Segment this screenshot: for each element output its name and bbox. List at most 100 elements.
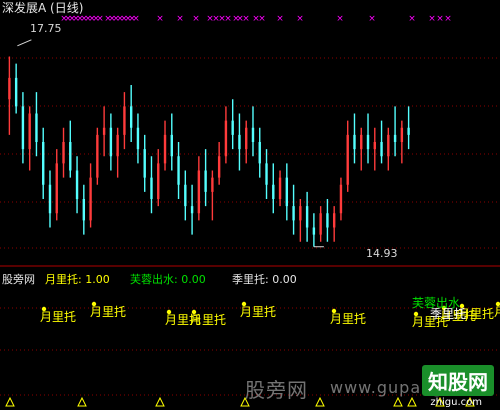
candle-body bbox=[211, 177, 214, 192]
candle-body bbox=[190, 206, 194, 214]
cross-marker: × bbox=[436, 14, 444, 24]
cross-marker: × bbox=[408, 14, 416, 24]
candle-body bbox=[197, 170, 201, 214]
cross-marker: × bbox=[132, 14, 140, 24]
candle-body bbox=[299, 206, 302, 221]
monthly-signal-label: 月里托 bbox=[190, 313, 226, 327]
candle-body bbox=[55, 163, 58, 214]
candle-body bbox=[143, 149, 146, 178]
candle-body bbox=[21, 106, 25, 150]
candle-body bbox=[393, 134, 397, 142]
candle-body bbox=[373, 142, 376, 150]
watermark-site-cn: 股旁网 bbox=[245, 378, 308, 402]
candle-body bbox=[8, 77, 11, 100]
candle-body bbox=[285, 177, 289, 207]
cross-marker: × bbox=[276, 14, 284, 24]
candle-body bbox=[292, 206, 295, 221]
candle-body bbox=[62, 142, 65, 164]
candle-body bbox=[28, 113, 31, 150]
monthly-signal-label: 月里托 bbox=[330, 312, 366, 326]
candle-body bbox=[360, 134, 363, 150]
candle-body bbox=[75, 170, 79, 199]
candle-body bbox=[136, 127, 140, 150]
monthly-signal-label: 月里托 bbox=[240, 305, 276, 319]
candle-body bbox=[157, 163, 160, 199]
highlight-signal-label: 季里托 bbox=[430, 307, 466, 321]
candle-body bbox=[82, 199, 86, 221]
indicator-monthly-value: 月里托: 1.00 bbox=[45, 273, 110, 286]
candle-body bbox=[184, 184, 187, 207]
low-price-label: 14.93 bbox=[366, 247, 398, 260]
monthly-signal-label: 月里托 bbox=[494, 305, 500, 319]
candle-body bbox=[224, 120, 228, 157]
candle-body bbox=[170, 134, 173, 157]
candle-body bbox=[319, 213, 322, 235]
candle-body bbox=[69, 142, 72, 171]
signal-markers: 月里托月里托月里托月里托月里托月里托月里托月里托月里托月里托芙蓉出水季里托 bbox=[40, 296, 500, 329]
triangle-marker bbox=[407, 396, 417, 407]
cross-marker: × bbox=[156, 14, 164, 24]
watermark-logo-url: zhigu.com bbox=[430, 397, 482, 408]
cross-marker: × bbox=[96, 14, 104, 24]
indicator-lotus-value: 芙蓉出水: 0.00 bbox=[130, 273, 206, 286]
candle-body bbox=[346, 134, 349, 185]
candle-body bbox=[123, 106, 126, 135]
candle-body bbox=[332, 213, 336, 228]
watermark-logo: 知股网 bbox=[422, 365, 494, 396]
candle-body bbox=[14, 77, 18, 107]
candle-body bbox=[89, 177, 92, 221]
cross-marker: × bbox=[192, 14, 200, 24]
candle-body bbox=[42, 142, 45, 185]
cross-marker: × bbox=[444, 14, 452, 24]
indicator-source-label: 股旁网 bbox=[2, 273, 35, 286]
candle-body bbox=[326, 213, 329, 228]
triangle-markers-row bbox=[5, 396, 475, 407]
candle-body bbox=[177, 156, 180, 185]
candle-body bbox=[204, 170, 207, 192]
candle-body bbox=[407, 127, 410, 135]
candle-body bbox=[245, 127, 248, 150]
monthly-signal-label: 月里托 bbox=[90, 305, 126, 319]
chart-canvas: ×××××××××× ×××××××× × × × ×××× ××× ×× × × × × × × × × 月… bbox=[0, 14, 500, 407]
candle-body bbox=[109, 127, 113, 157]
cross-marker: × bbox=[368, 14, 376, 24]
candle-body bbox=[312, 227, 316, 235]
candlestick-series bbox=[8, 39, 410, 248]
triangle-marker bbox=[393, 396, 403, 407]
candle-body bbox=[366, 134, 370, 150]
cross-marker: × bbox=[242, 14, 250, 24]
candle-body bbox=[353, 134, 356, 150]
candle-body bbox=[96, 134, 99, 178]
triangle-marker bbox=[5, 396, 15, 407]
candle-body bbox=[129, 106, 133, 128]
candle-body bbox=[387, 134, 390, 157]
candle-body bbox=[163, 134, 167, 164]
cross-marker: × bbox=[176, 14, 184, 24]
cross-marker: × bbox=[336, 14, 344, 24]
cross-marker: × bbox=[428, 14, 436, 24]
candle-body bbox=[231, 120, 234, 135]
candle-body bbox=[339, 184, 343, 214]
cross-marker: × bbox=[224, 14, 232, 24]
cross-marker: × bbox=[258, 14, 266, 24]
candle-body bbox=[278, 177, 282, 199]
candle-body bbox=[217, 156, 221, 178]
candle-body bbox=[116, 134, 119, 157]
indicator-quarterly-value: 季里托: 0.00 bbox=[232, 273, 297, 286]
chart-title: 深发展A (日线) bbox=[2, 1, 84, 15]
triangle-marker bbox=[315, 396, 325, 407]
monthly-signal-label: 月里托 bbox=[40, 310, 76, 324]
high-pointer bbox=[17, 39, 32, 47]
candle-body bbox=[272, 184, 275, 199]
candle-body bbox=[48, 184, 52, 214]
triangle-marker bbox=[155, 396, 165, 407]
candle-body bbox=[265, 163, 268, 185]
cross-markers-row: ×××××××××× ×××××××× × × × ×××× ××× ×× × × × × × × × × bbox=[60, 14, 452, 24]
candle-body bbox=[150, 177, 153, 199]
grid-lines bbox=[0, 57, 500, 396]
candle-body bbox=[251, 127, 255, 142]
candle-body bbox=[400, 127, 404, 142]
triangle-marker bbox=[77, 396, 87, 407]
candle-body bbox=[238, 134, 241, 150]
candle-body bbox=[380, 142, 383, 157]
